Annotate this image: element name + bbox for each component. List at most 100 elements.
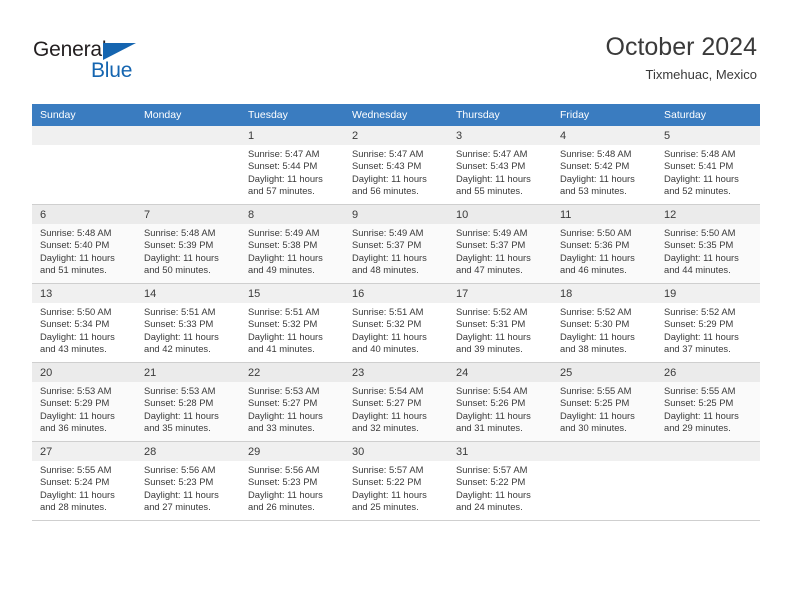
day-number	[656, 442, 760, 461]
calendar-day-cell[interactable]: 31 Sunrise: 5:57 AM Sunset: 5:22 PM Dayligh…	[448, 441, 552, 521]
day-sun-info: Sunrise: 5:56 AM Sunset: 5:23 PM Daylight:…	[136, 461, 240, 513]
calendar-day-cell[interactable]: 18 Sunrise: 5:52 AM Sunset: 5:30 PM Dayligh…	[552, 283, 656, 363]
daylight-text: Daylight: 11 hours	[352, 330, 427, 342]
weekday-header-monday: Monday	[136, 104, 240, 126]
calendar-grid: Sunday Monday Tuesday Wednesday Thursday…	[32, 104, 760, 521]
day-number: 14	[136, 284, 240, 303]
calendar-day-cell[interactable]: 15 Sunrise: 5:51 AM Sunset: 5:32 PM Dayligh…	[240, 283, 344, 363]
sunrise-text: Sunrise: 5:52 AM	[664, 306, 736, 317]
calendar-day-cell[interactable]: 25 Sunrise: 5:55 AM Sunset: 5:25 PM Dayligh…	[552, 362, 656, 442]
calendar-day-cell[interactable]: 4 Sunrise: 5:48 AM Sunset: 5:42 PM Daylight…	[552, 126, 656, 205]
calendar-day-cell[interactable]: 2 Sunrise: 5:47 AM Sunset: 5:43 PM Daylight…	[344, 126, 448, 205]
calendar-day-cell[interactable]: 10 Sunrise: 5:49 AM Sunset: 5:37 PM Dayligh…	[448, 204, 552, 284]
day-sun-info: Sunrise: 5:52 AM Sunset: 5:30 PM Daylight:…	[552, 303, 656, 355]
sunset-text: Sunset: 5:35 PM	[664, 239, 734, 251]
calendar-day-cell[interactable]: 11 Sunrise: 5:50 AM Sunset: 5:36 PM Dayligh…	[552, 204, 656, 284]
day-number: 23	[344, 363, 448, 382]
calendar-day-cell[interactable]: 14 Sunrise: 5:51 AM Sunset: 5:33 PM Dayligh…	[136, 283, 240, 363]
calendar-day-cell[interactable]: 5 Sunrise: 5:48 AM Sunset: 5:41 PM Daylight…	[656, 126, 760, 205]
daylight-text: Daylight: 11 hours	[40, 488, 115, 500]
day-sun-info: Sunrise: 5:51 AM Sunset: 5:32 PM Daylight:…	[240, 303, 344, 355]
calendar-day-cell[interactable]: 16 Sunrise: 5:51 AM Sunset: 5:32 PM Dayligh…	[344, 283, 448, 363]
sunrise-text: Sunrise: 5:57 AM	[456, 464, 528, 475]
daylight-text: Daylight: 11 hours	[560, 251, 635, 263]
calendar-day-cell[interactable]: 3 Sunrise: 5:47 AM Sunset: 5:43 PM Daylight…	[448, 126, 552, 205]
calendar-day-cell[interactable]: 1 Sunrise: 5:47 AM Sunset: 5:44 PM Daylight…	[240, 126, 344, 205]
sunrise-text: Sunrise: 5:49 AM	[248, 227, 320, 238]
day-number: 6	[32, 205, 136, 224]
daylight-text-cont: and 40 minutes.	[352, 342, 419, 354]
sunrise-text: Sunrise: 5:52 AM	[560, 306, 632, 317]
day-sun-info: Sunrise: 5:55 AM Sunset: 5:25 PM Daylight:…	[656, 382, 760, 434]
day-sun-info: Sunrise: 5:48 AM Sunset: 5:39 PM Daylight:…	[136, 224, 240, 276]
calendar-day-cell[interactable]: 8 Sunrise: 5:49 AM Sunset: 5:38 PM Daylight…	[240, 204, 344, 284]
calendar-day-cell[interactable]: 19 Sunrise: 5:52 AM Sunset: 5:29 PM Dayligh…	[656, 283, 760, 363]
calendar-day-cell[interactable]: 6 Sunrise: 5:48 AM Sunset: 5:40 PM Daylight…	[32, 204, 136, 284]
calendar-day-cell[interactable]: 20 Sunrise: 5:53 AM Sunset: 5:29 PM Dayligh…	[32, 362, 136, 442]
daylight-text: Daylight: 11 hours	[456, 409, 531, 421]
daylight-text: Daylight: 11 hours	[248, 488, 323, 500]
sunset-text: Sunset: 5:37 PM	[456, 239, 526, 251]
day-sun-info: Sunrise: 5:56 AM Sunset: 5:23 PM Daylight:…	[240, 461, 344, 513]
sunset-text: Sunset: 5:22 PM	[456, 476, 526, 488]
sunrise-text: Sunrise: 5:47 AM	[352, 148, 424, 159]
sunset-text: Sunset: 5:33 PM	[144, 318, 214, 330]
calendar-day-cell[interactable]: 22 Sunrise: 5:53 AM Sunset: 5:27 PM Dayligh…	[240, 362, 344, 442]
daylight-text: Daylight: 11 hours	[664, 172, 739, 184]
day-number: 27	[32, 442, 136, 461]
sunrise-text: Sunrise: 5:53 AM	[144, 385, 216, 396]
calendar-day-cell[interactable]: 9 Sunrise: 5:49 AM Sunset: 5:37 PM Daylight…	[344, 204, 448, 284]
calendar-day-cell[interactable]: 30 Sunrise: 5:57 AM Sunset: 5:22 PM Dayligh…	[344, 441, 448, 521]
calendar-day-cell[interactable]: 28 Sunrise: 5:56 AM Sunset: 5:23 PM Dayligh…	[136, 441, 240, 521]
day-number: 31	[448, 442, 552, 461]
calendar-day-cell[interactable]: 24 Sunrise: 5:54 AM Sunset: 5:26 PM Dayligh…	[448, 362, 552, 442]
calendar-day-cell[interactable]: 26 Sunrise: 5:55 AM Sunset: 5:25 PM Dayligh…	[656, 362, 760, 442]
sunset-text: Sunset: 5:32 PM	[248, 318, 318, 330]
day-number	[32, 126, 136, 145]
sunrise-text: Sunrise: 5:52 AM	[456, 306, 528, 317]
weekday-header-friday: Friday	[552, 104, 656, 126]
day-sun-info: Sunrise: 5:47 AM Sunset: 5:44 PM Daylight:…	[240, 145, 344, 197]
daylight-text: Daylight: 11 hours	[352, 488, 427, 500]
sunset-text: Sunset: 5:29 PM	[664, 318, 734, 330]
daylight-text-cont: and 38 minutes.	[560, 342, 627, 354]
sunrise-text: Sunrise: 5:56 AM	[144, 464, 216, 475]
daylight-text: Daylight: 11 hours	[248, 172, 323, 184]
sunrise-text: Sunrise: 5:55 AM	[560, 385, 632, 396]
daylight-text: Daylight: 11 hours	[352, 251, 427, 263]
sunset-text: Sunset: 5:25 PM	[560, 397, 630, 409]
day-sun-info: Sunrise: 5:51 AM Sunset: 5:32 PM Daylight:…	[344, 303, 448, 355]
sunrise-text: Sunrise: 5:47 AM	[248, 148, 320, 159]
day-sun-info: Sunrise: 5:50 AM Sunset: 5:36 PM Daylight:…	[552, 224, 656, 276]
day-number: 1	[240, 126, 344, 145]
daylight-text-cont: and 26 minutes.	[248, 500, 315, 512]
daylight-text-cont: and 50 minutes.	[144, 263, 211, 275]
calendar-day-cell[interactable]: 12 Sunrise: 5:50 AM Sunset: 5:35 PM Dayligh…	[656, 204, 760, 284]
daylight-text-cont: and 47 minutes.	[456, 263, 523, 275]
sunrise-text: Sunrise: 5:48 AM	[664, 148, 736, 159]
calendar-day-cell[interactable]: 27 Sunrise: 5:55 AM Sunset: 5:24 PM Dayligh…	[32, 441, 136, 521]
sunrise-text: Sunrise: 5:51 AM	[248, 306, 320, 317]
day-number: 8	[240, 205, 344, 224]
calendar-week-row: 6 Sunrise: 5:48 AM Sunset: 5:40 PM Daylight…	[32, 204, 760, 284]
sunset-text: Sunset: 5:38 PM	[248, 239, 318, 251]
sunrise-text: Sunrise: 5:50 AM	[560, 227, 632, 238]
general-blue-logo[interactable]: General Blue	[33, 38, 163, 84]
calendar-day-cell[interactable]: 29 Sunrise: 5:56 AM Sunset: 5:23 PM Dayligh…	[240, 441, 344, 521]
daylight-text: Daylight: 11 hours	[40, 330, 115, 342]
day-number: 21	[136, 363, 240, 382]
sunrise-text: Sunrise: 5:48 AM	[144, 227, 216, 238]
day-sun-info: Sunrise: 5:50 AM Sunset: 5:35 PM Daylight:…	[656, 224, 760, 276]
day-number: 17	[448, 284, 552, 303]
calendar-day-cell[interactable]: 23 Sunrise: 5:54 AM Sunset: 5:27 PM Dayligh…	[344, 362, 448, 442]
daylight-text-cont: and 30 minutes.	[560, 421, 627, 433]
calendar-day-cell[interactable]: 7 Sunrise: 5:48 AM Sunset: 5:39 PM Daylight…	[136, 204, 240, 284]
daylight-text: Daylight: 11 hours	[560, 330, 635, 342]
day-sun-info: Sunrise: 5:54 AM Sunset: 5:26 PM Daylight:…	[448, 382, 552, 434]
calendar-day-cell[interactable]: 17 Sunrise: 5:52 AM Sunset: 5:31 PM Dayligh…	[448, 283, 552, 363]
calendar-day-cell[interactable]: 13 Sunrise: 5:50 AM Sunset: 5:34 PM Dayligh…	[32, 283, 136, 363]
daylight-text: Daylight: 11 hours	[664, 409, 739, 421]
day-sun-info: Sunrise: 5:48 AM Sunset: 5:40 PM Daylight:…	[32, 224, 136, 276]
day-sun-info: Sunrise: 5:52 AM Sunset: 5:29 PM Daylight:…	[656, 303, 760, 355]
calendar-day-cell[interactable]: 21 Sunrise: 5:53 AM Sunset: 5:28 PM Dayligh…	[136, 362, 240, 442]
